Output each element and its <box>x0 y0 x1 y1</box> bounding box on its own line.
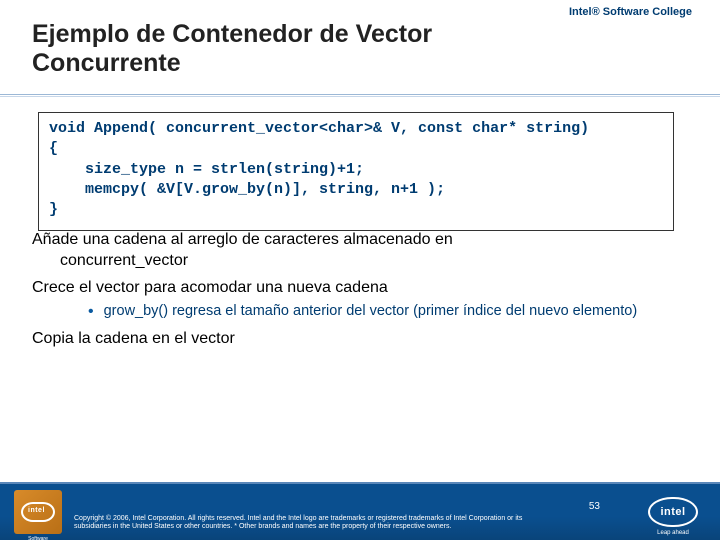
code-line: } <box>49 201 58 218</box>
body-text: Añade una cadena al arreglo de caractere… <box>32 230 688 354</box>
code-line: void Append( concurrent_vector<char>& V,… <box>49 120 589 137</box>
code-block: void Append( concurrent_vector<char>& V,… <box>38 112 674 231</box>
header-label: Intel® Software College <box>569 6 692 18</box>
footer-divider <box>0 482 720 484</box>
code-line: memcpy( &V[V.grow_by(n)], string, n+1 ); <box>49 181 445 198</box>
intel-logo: intel Leap ahead <box>646 490 700 534</box>
divider-line-shadow <box>0 96 720 97</box>
intel-software-logo: intel Software <box>14 490 62 534</box>
paragraph: Crece el vector para acomodar una nueva … <box>32 278 688 299</box>
bullet-text: grow_by() regresa el tamaño anterior del… <box>104 302 688 322</box>
footer-bar: intel Software Copyright © 2006, Intel C… <box>0 482 720 540</box>
logo-text: intel <box>660 506 685 518</box>
text-line: concurrent_vector <box>60 252 188 269</box>
logo-text: intel <box>28 507 45 514</box>
code-line: size_type n = strlen(string)+1; <box>49 161 364 178</box>
logo-subtext: Software <box>14 536 62 540</box>
bullet-icon: • <box>88 302 94 323</box>
paragraph: Añade una cadena al arreglo de caractere… <box>32 230 688 272</box>
slide: Intel® Software College Ejemplo de Conte… <box>0 0 720 540</box>
code-line: { <box>49 140 58 157</box>
bullet-item: • grow_by() regresa el tamaño anterior d… <box>32 302 688 323</box>
copyright-text: Copyright © 2006, Intel Corporation. All… <box>74 515 554 533</box>
paragraph: Copia la cadena en el vector <box>32 329 688 350</box>
slide-title: Ejemplo de Contenedor de Vector Concurre… <box>32 20 532 78</box>
page-number: 53 <box>589 501 600 512</box>
divider-line <box>0 94 720 95</box>
text-line: Añade una cadena al arreglo de caractere… <box>32 231 453 248</box>
logo-tagline: Leap ahead <box>646 530 700 536</box>
